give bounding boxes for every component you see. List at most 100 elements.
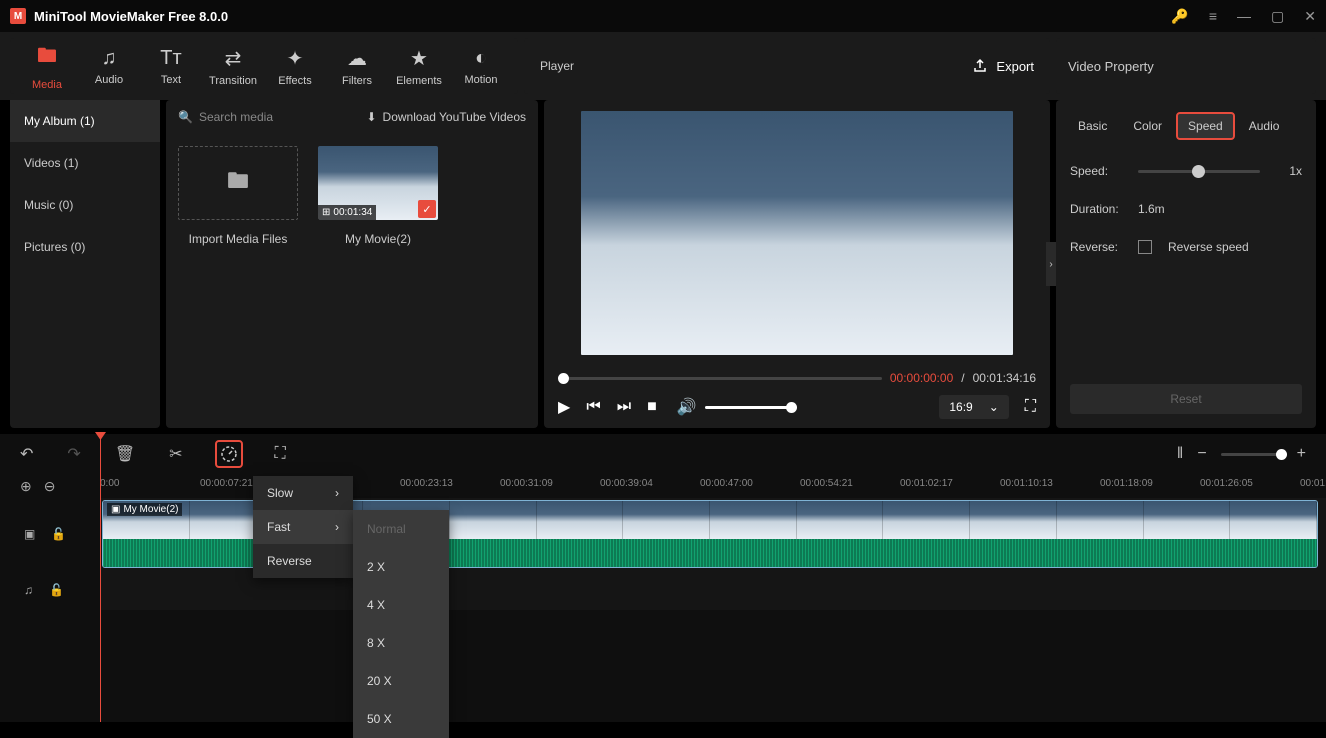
lock-icon[interactable]: 🔓 bbox=[51, 527, 66, 541]
chevron-right-icon: › bbox=[335, 486, 339, 500]
audio-track: ♫ 🔓 bbox=[0, 570, 1326, 610]
speed-slider[interactable] bbox=[1138, 170, 1260, 173]
speed-label: Speed: bbox=[1070, 164, 1130, 178]
search-input[interactable]: 🔍 Search media bbox=[178, 110, 358, 124]
split-button[interactable]: ✂ bbox=[169, 444, 182, 464]
ruler-tick: 00:01:10:13 bbox=[1000, 478, 1053, 489]
next-button[interactable]: ⏭ bbox=[617, 398, 631, 416]
ruler-tick: 00:01:02:17 bbox=[900, 478, 953, 489]
clip-label: ▣ My Movie(2) bbox=[107, 503, 182, 516]
player-header: Player Export bbox=[524, 38, 1050, 94]
submenu-item[interactable]: 4 X bbox=[353, 586, 449, 624]
app-title: MiniTool MovieMaker Free 8.0.0 bbox=[34, 9, 228, 24]
expand-panel-button[interactable]: › bbox=[1046, 242, 1056, 286]
zoom-slider[interactable] bbox=[1221, 453, 1283, 456]
media-panel: 🔍 Search media ⬇ Download YouTube Videos… bbox=[166, 100, 538, 428]
menu-reverse[interactable]: Reverse bbox=[253, 544, 353, 578]
sidebar-item[interactable]: Videos (1) bbox=[10, 142, 160, 184]
speed-button[interactable] bbox=[217, 442, 241, 466]
playhead[interactable] bbox=[100, 434, 101, 722]
export-icon bbox=[972, 58, 988, 74]
reverse-checkbox[interactable] bbox=[1138, 240, 1152, 254]
export-button[interactable]: Export bbox=[972, 58, 1034, 74]
film-icon: ▣ bbox=[111, 504, 120, 515]
volume-icon[interactable]: 🔊 bbox=[677, 397, 697, 417]
media-thumbnail[interactable]: ⊞ 00:01:34 ✓ bbox=[318, 146, 438, 220]
toolbar-filters[interactable]: ☁Filters bbox=[326, 38, 388, 94]
sidebar-item[interactable]: Pictures (0) bbox=[10, 226, 160, 268]
toolbar-text[interactable]: TтText bbox=[140, 38, 202, 94]
clip-duration-badge: ⊞ 00:01:34 bbox=[318, 205, 376, 220]
submenu-item[interactable]: 50 X bbox=[353, 700, 449, 738]
folder-icon: 🖿 bbox=[227, 164, 249, 202]
submenu-item[interactable]: 2 X bbox=[353, 548, 449, 586]
zoom-out-button[interactable]: − bbox=[1197, 445, 1206, 463]
ruler-tick: 00:00:31:09 bbox=[500, 478, 553, 489]
tab-basic[interactable]: Basic bbox=[1068, 114, 1117, 138]
ruler-tick: 00:01:34 bbox=[1300, 478, 1326, 489]
stop-button[interactable]: ■ bbox=[647, 398, 657, 416]
download-youtube-link[interactable]: ⬇ Download YouTube Videos bbox=[366, 110, 526, 124]
add-marker-button[interactable]: ⊕ bbox=[20, 478, 32, 495]
player-panel: 00:00:00:00 / 00:01:34:16 ▶ ⏮ ⏭ ■ 🔊 16:9… bbox=[544, 100, 1050, 428]
import-media-button[interactable]: 🖿 bbox=[178, 146, 298, 220]
sidebar-item[interactable]: Music (0) bbox=[10, 184, 160, 226]
timeline-ruler[interactable]: ⊕ ⊖ 0:0000:00:07:2100:00:15:2600:00:23:1… bbox=[0, 474, 1326, 498]
timeline: ↶ ↷ 🗑 ✂ ⛶ ‖ − + ⊕ ⊖ 0:0000:00:07:2100:00… bbox=[0, 434, 1326, 722]
undo-button[interactable]: ↶ bbox=[20, 444, 33, 464]
time-duration: 00:01:34:16 bbox=[973, 371, 1036, 385]
menu-icon[interactable]: ≡ bbox=[1209, 8, 1217, 24]
play-button[interactable]: ▶ bbox=[558, 397, 570, 417]
clip-name: My Movie(2) bbox=[318, 232, 438, 246]
chevron-down-icon: ⌄ bbox=[989, 400, 999, 414]
reverse-checkbox-label: Reverse speed bbox=[1168, 240, 1249, 254]
reset-button[interactable]: Reset bbox=[1070, 384, 1302, 414]
toolbar-motion[interactable]: ◐Motion bbox=[450, 38, 512, 94]
toolbar-elements[interactable]: ★Elements bbox=[388, 38, 450, 94]
seek-slider[interactable] bbox=[558, 377, 882, 380]
toolbar-transition[interactable]: ⇄Transition bbox=[202, 38, 264, 94]
duration-label: Duration: bbox=[1070, 202, 1130, 216]
duration-value: 1.6m bbox=[1138, 202, 1165, 216]
lock-icon[interactable]: 🔓 bbox=[49, 583, 64, 597]
tab-speed[interactable]: Speed bbox=[1178, 114, 1233, 138]
remove-marker-button[interactable]: ⊖ bbox=[44, 478, 56, 495]
close-icon[interactable]: ✕ bbox=[1304, 8, 1316, 25]
submenu-item: Normal bbox=[353, 510, 449, 548]
volume-slider[interactable] bbox=[705, 406, 793, 409]
property-panel: › BasicColorSpeedAudio Speed: 1x Duratio… bbox=[1056, 100, 1316, 428]
download-icon: ⬇ bbox=[366, 110, 376, 124]
video-preview[interactable] bbox=[581, 111, 1013, 355]
delete-button[interactable]: 🗑 bbox=[115, 444, 135, 464]
toolbar-media[interactable]: 🖿Media bbox=[16, 38, 78, 94]
crop-button[interactable]: ⛶ bbox=[275, 445, 286, 463]
menu-fast[interactable]: Fast › bbox=[253, 510, 353, 544]
tab-color[interactable]: Color bbox=[1123, 114, 1172, 138]
audio-track-icon: ♫ bbox=[24, 583, 33, 597]
minimize-icon[interactable]: — bbox=[1237, 8, 1251, 24]
ruler-tick: 00:00:23:13 bbox=[400, 478, 453, 489]
video-track: ▣ 🔓 ▣ My Movie(2) bbox=[0, 498, 1326, 570]
ruler-tick: 00:00:54:21 bbox=[800, 478, 853, 489]
aspect-ratio-select[interactable]: 16:9 ⌄ bbox=[939, 395, 1008, 419]
library-sidebar: My Album (1)Videos (1)Music (0)Pictures … bbox=[10, 100, 160, 428]
zoom-in-button[interactable]: + bbox=[1297, 445, 1306, 463]
fullscreen-button[interactable]: ⛶ bbox=[1025, 398, 1036, 416]
toolbar-audio[interactable]: ♫Audio bbox=[78, 38, 140, 94]
player-title: Player bbox=[540, 59, 574, 73]
speed-submenu: Normal2 X4 X8 X20 X50 X bbox=[353, 510, 449, 738]
app-logo: M bbox=[10, 8, 26, 24]
submenu-item[interactable]: 8 X bbox=[353, 624, 449, 662]
tab-audio[interactable]: Audio bbox=[1239, 114, 1290, 138]
menu-slow[interactable]: Slow › bbox=[253, 476, 353, 510]
key-icon[interactable]: 🔑 bbox=[1171, 8, 1188, 25]
toolbar-effects[interactable]: ✦Effects bbox=[264, 38, 326, 94]
prev-button[interactable]: ⏮ bbox=[586, 398, 600, 416]
redo-button[interactable]: ↷ bbox=[67, 444, 80, 464]
ruler-tick: 0:00 bbox=[100, 478, 119, 489]
sidebar-item[interactable]: My Album (1) bbox=[10, 100, 160, 142]
submenu-item[interactable]: 20 X bbox=[353, 662, 449, 700]
titlebar: M MiniTool MovieMaker Free 8.0.0 🔑 ≡ — ▢… bbox=[0, 0, 1326, 32]
maximize-icon[interactable]: ▢ bbox=[1271, 8, 1284, 25]
snap-button[interactable]: ‖ bbox=[1177, 445, 1184, 463]
